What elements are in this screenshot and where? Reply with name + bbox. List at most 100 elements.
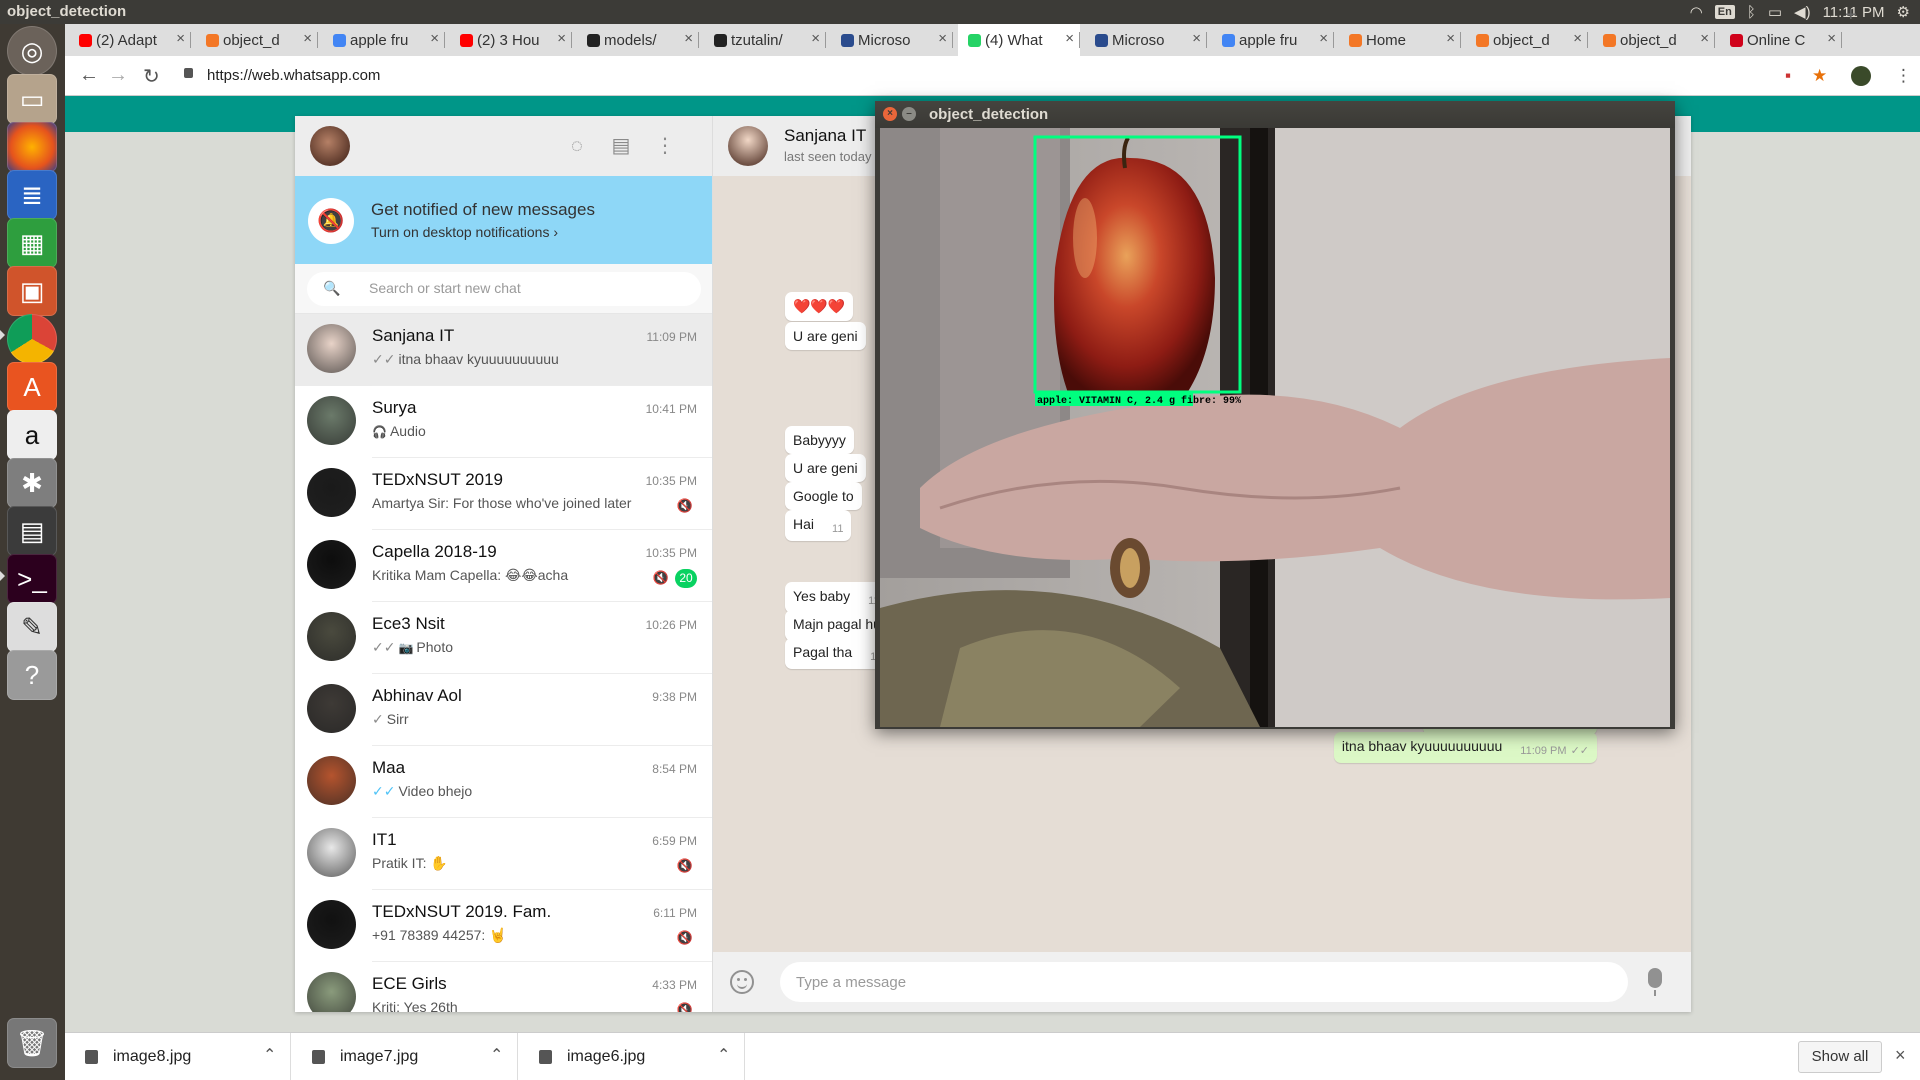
tab-close-icon[interactable]: × — [1573, 30, 1582, 47]
contact-avatar[interactable] — [728, 126, 768, 166]
settings-gear-icon[interactable]: ⚙ — [1897, 3, 1910, 21]
browser-tab[interactable]: (2) Adapt × — [69, 24, 191, 56]
chat-avatar[interactable] — [307, 684, 356, 733]
emoji-icon[interactable] — [730, 970, 754, 994]
browser-tab[interactable]: Online C × — [1720, 24, 1842, 56]
chat-avatar[interactable] — [307, 324, 356, 373]
download-item[interactable]: image7.jpg ⌃ — [292, 1033, 518, 1080]
chat-avatar[interactable] — [307, 540, 356, 589]
chat-list-item[interactable]: ECE Girls 4:33 PM Kriti: Yes 26th 🔇 — [295, 962, 712, 1012]
browser-tab[interactable]: Microso × — [831, 24, 953, 56]
download-item[interactable]: image6.jpg ⌃ — [519, 1033, 745, 1080]
libreoffice-writer-icon[interactable]: ≣ — [7, 170, 57, 220]
message-input[interactable] — [780, 962, 1628, 1002]
browser-tab[interactable]: object_d × — [1466, 24, 1588, 56]
tab-close-icon[interactable]: × — [1827, 30, 1836, 47]
chat-avatar[interactable] — [307, 828, 356, 877]
chat-avatar[interactable] — [307, 468, 356, 517]
tab-close-icon[interactable]: × — [430, 30, 439, 47]
video-editor-icon[interactable]: ▤ — [7, 506, 57, 556]
volume-icon[interactable]: ◀) — [1794, 3, 1811, 21]
amazon-icon[interactable]: a — [7, 410, 57, 460]
incoming-message[interactable]: U are geni — [785, 322, 866, 350]
keyboard-layout-indicator[interactable]: En — [1714, 5, 1735, 19]
chat-list-item[interactable]: Sanjana IT 11:09 PM ✓✓ itna bhaav kyuuuuuuu… — [295, 314, 712, 386]
microphone-icon[interactable] — [1648, 968, 1662, 996]
chat-list-item[interactable]: Surya 10:41 PM 🎧 Audio — [295, 386, 712, 458]
show-all-button[interactable]: Show all — [1798, 1041, 1882, 1073]
browser-tab[interactable]: object_d × — [196, 24, 318, 56]
profile-avatar[interactable] — [1851, 66, 1871, 86]
chat-list-item[interactable]: Ece3 Nsit 10:26 PM ✓✓ 📷 Photo — [295, 602, 712, 674]
browser-tab[interactable]: apple fru × — [1212, 24, 1334, 56]
chat-avatar[interactable] — [307, 900, 356, 949]
browser-tab[interactable]: tzutalin/ × — [704, 24, 826, 56]
object-detection-window[interactable]: × – object_detection apple: VITAMIN C, 2… — [875, 101, 1675, 729]
firefox-icon[interactable] — [7, 122, 57, 172]
bluetooth-icon[interactable]: ᛒ — [1747, 4, 1756, 21]
extension-icon[interactable]: ▪ — [1785, 66, 1791, 86]
incoming-message[interactable]: Babyyyy — [785, 426, 854, 454]
tab-close-icon[interactable]: × — [1319, 30, 1328, 47]
chat-list-item[interactable]: Maa 8:54 PM ✓✓ Video bhejo — [295, 746, 712, 818]
files-icon[interactable]: ▭ — [7, 74, 57, 124]
browser-tab[interactable]: models/ × — [577, 24, 699, 56]
reload-icon[interactable]: ↻ — [143, 64, 160, 89]
tab-close-icon[interactable]: × — [303, 30, 312, 47]
new-tab-button[interactable]: + — [1845, 4, 1857, 27]
trash-icon[interactable]: 🗑 — [7, 1018, 57, 1068]
chat-avatar[interactable] — [307, 612, 356, 661]
incoming-message[interactable]: ❤️❤️❤️ — [785, 292, 854, 321]
browser-tab[interactable]: (4) What × — [958, 24, 1080, 56]
chat-list-item[interactable]: TEDxNSUT 2019 10:35 PM Amartya Sir: For th… — [295, 458, 712, 530]
chevron-up-icon[interactable]: ⌃ — [717, 1045, 730, 1065]
chat-avatar[interactable] — [307, 972, 356, 1012]
system-settings-icon[interactable]: ✱ — [7, 458, 57, 508]
incoming-message[interactable]: Google to — [785, 482, 862, 510]
chat-list-item[interactable]: Capella 2018-19 10:35 PM Kritika Mam Capel… — [295, 530, 712, 602]
tab-close-icon[interactable]: × — [1065, 30, 1074, 47]
tab-close-icon[interactable]: × — [684, 30, 693, 47]
search-input[interactable] — [369, 280, 689, 296]
chat-avatar[interactable] — [307, 756, 356, 805]
contact-name[interactable]: Sanjana IT — [784, 126, 866, 146]
window-titlebar[interactable]: × – object_detection — [875, 101, 1675, 128]
browser-tab[interactable]: object_d × — [1593, 24, 1715, 56]
notification-banner[interactable]: 🔕 Get notified of new messages Turn on d… — [295, 176, 712, 264]
browser-tab[interactable]: Microso × — [1085, 24, 1207, 56]
ubuntu-dash-icon[interactable]: ◎ — [7, 26, 57, 76]
browser-tab[interactable]: (2) 3 Hou × — [450, 24, 572, 56]
forward-arrow-icon[interactable]: → — [108, 64, 128, 87]
lock-icon[interactable] — [184, 68, 193, 78]
chat-avatar[interactable] — [307, 396, 356, 445]
incoming-message[interactable]: U are geni — [785, 454, 866, 482]
browser-tab[interactable]: apple fru × — [323, 24, 445, 56]
window-close-icon[interactable]: × — [883, 107, 897, 121]
tab-close-icon[interactable]: × — [557, 30, 566, 47]
text-editor-icon[interactable]: ✎ — [7, 602, 57, 652]
help-icon[interactable]: ? — [7, 650, 57, 700]
chat-list-item[interactable]: Abhinav Aol 9:38 PM ✓ Sirr — [295, 674, 712, 746]
incoming-message[interactable]: Hai 11 — [785, 510, 852, 541]
notification-link[interactable]: Turn on desktop notifications › — [371, 224, 558, 240]
wifi-icon[interactable]: ◠ — [1690, 3, 1703, 21]
url-field[interactable]: https://web.whatsapp.com — [207, 67, 380, 84]
browser-tab[interactable]: Home × — [1339, 24, 1461, 56]
tab-close-icon[interactable]: × — [1192, 30, 1201, 47]
my-avatar[interactable] — [310, 126, 350, 166]
close-downloads-icon[interactable]: × — [1895, 1045, 1906, 1066]
libreoffice-calc-icon[interactable]: ▦ — [7, 218, 57, 268]
chrome-icon[interactable] — [7, 314, 57, 364]
tab-close-icon[interactable]: × — [1446, 30, 1455, 47]
chevron-up-icon[interactable]: ⌃ — [490, 1045, 503, 1065]
tab-close-icon[interactable]: × — [176, 30, 185, 47]
tab-close-icon[interactable]: × — [811, 30, 820, 47]
window-minimize-icon[interactable]: – — [902, 107, 916, 121]
back-arrow-icon[interactable]: ← — [79, 64, 99, 87]
terminal-icon[interactable]: >_ — [7, 554, 57, 604]
ubuntu-software-icon[interactable]: A — [7, 362, 57, 412]
chat-list-item[interactable]: TEDxNSUT 2019. Fam. 6:11 PM +91 78389 4425… — [295, 890, 712, 962]
browser-menu-icon[interactable]: ⋮ — [1895, 66, 1912, 86]
chat-list-item[interactable]: IT1 6:59 PM Pratik IT: ✋ 🔇 — [295, 818, 712, 890]
chevron-up-icon[interactable]: ⌃ — [263, 1045, 276, 1065]
